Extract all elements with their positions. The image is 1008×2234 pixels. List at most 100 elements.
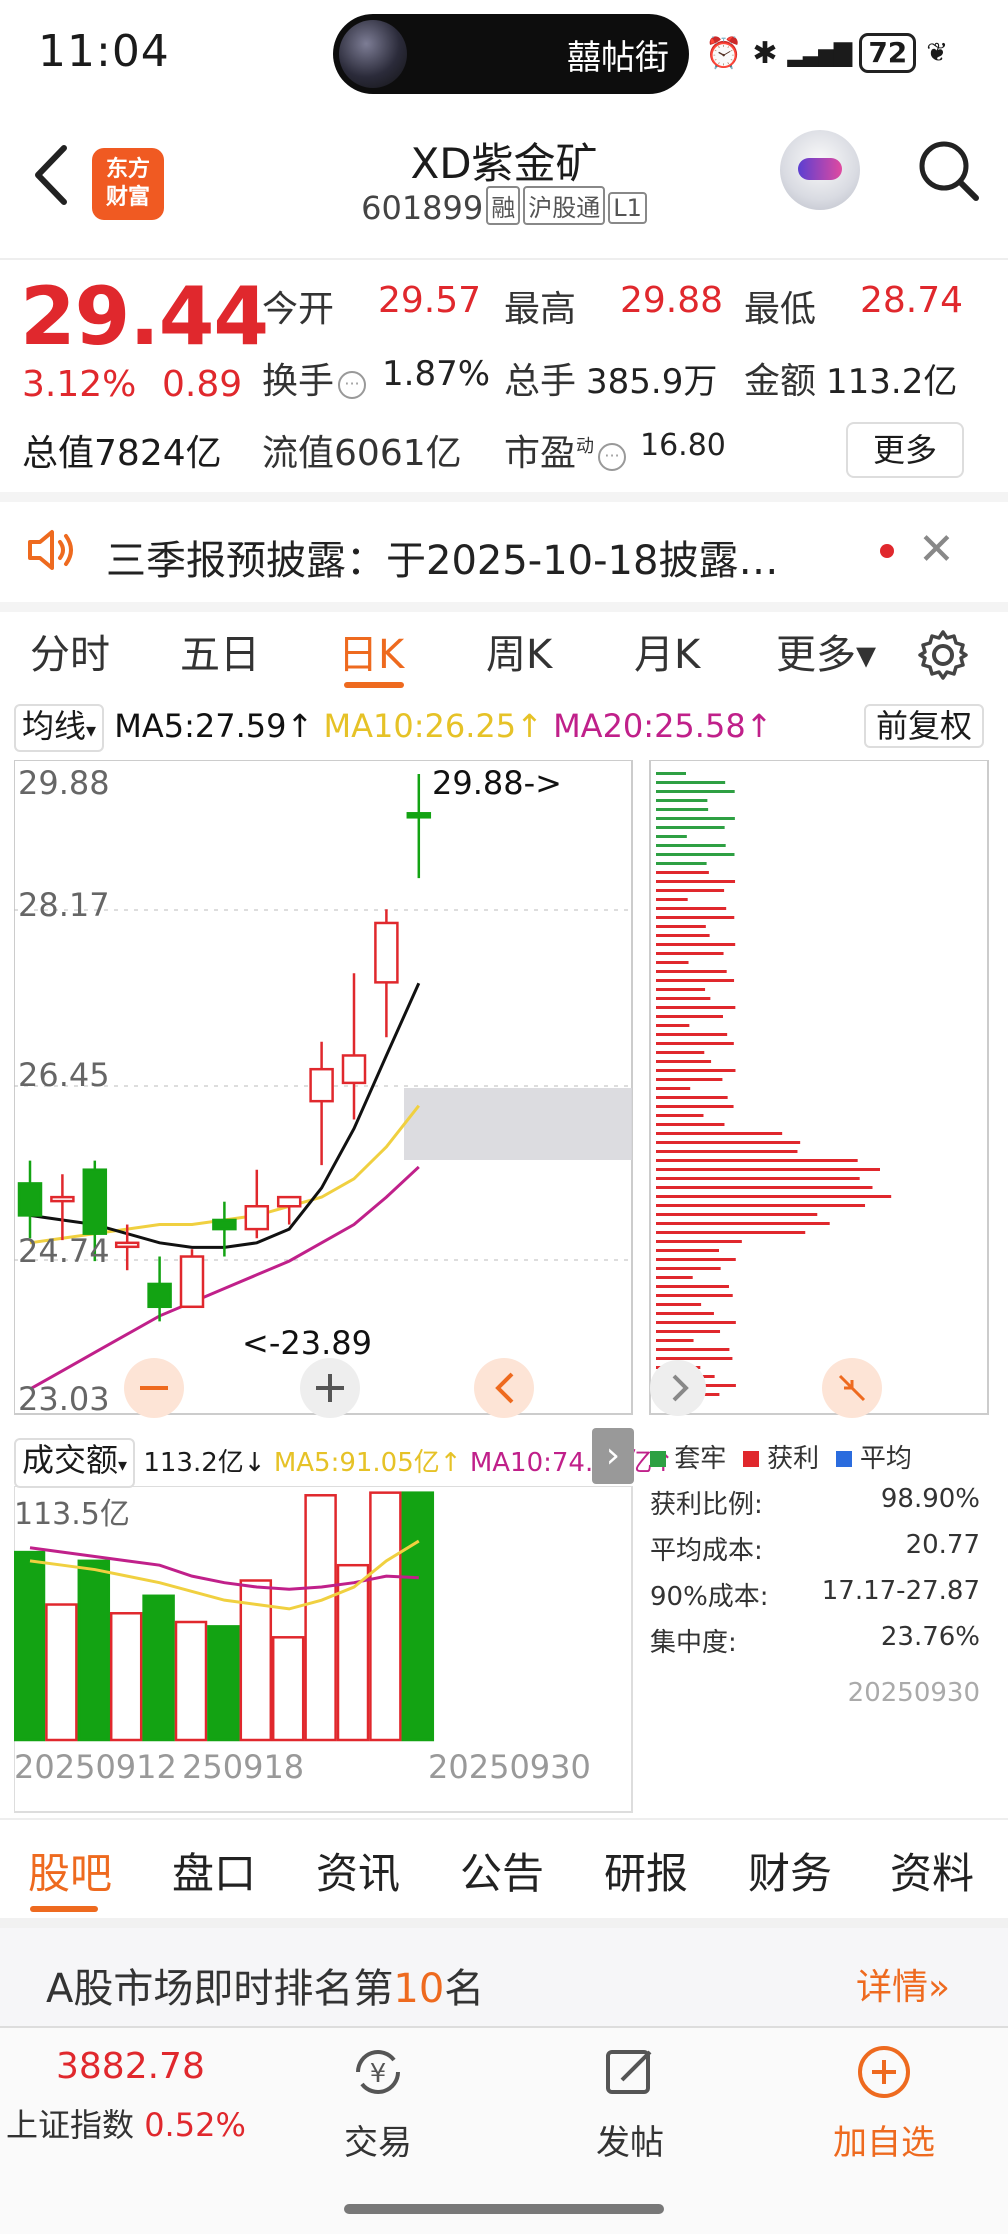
tab-profile[interactable]: 资料 — [890, 1840, 974, 1901]
tab-daily-k[interactable]: 日K — [338, 622, 404, 680]
chip-bar — [656, 862, 707, 865]
chip-bar — [656, 1276, 693, 1279]
tab-guba[interactable]: 股吧 — [28, 1840, 112, 1901]
trade-button[interactable]: ¥ 交易 — [308, 2042, 448, 2164]
low-label: 最低 — [744, 289, 817, 330]
chip-bar — [656, 1024, 690, 1027]
chip-bar — [656, 1114, 704, 1117]
chip-bar — [656, 817, 735, 820]
active-tab-indicator — [30, 1906, 98, 1912]
scroll-left-button — [474, 1358, 534, 1418]
chip-bar — [656, 835, 687, 838]
volume-chart[interactable]: 113.5亿 20250912 250918 20250930 — [14, 1486, 634, 1816]
chip-bar — [656, 1087, 691, 1090]
ma5-value: MA5:27.59↑ — [114, 707, 314, 745]
volume-bar — [401, 1491, 435, 1742]
info-icon: ··· — [598, 443, 627, 471]
search-icon[interactable] — [916, 138, 982, 204]
candle — [17, 1182, 43, 1217]
volume-bar — [45, 1603, 78, 1742]
chip-bar — [656, 1132, 783, 1135]
y-label: 28.17 — [18, 886, 110, 924]
ma20-value: MA20:25.58↑ — [553, 707, 773, 745]
candle — [179, 1255, 205, 1309]
close-icon[interactable]: ✕ — [918, 524, 955, 575]
chip-bar — [656, 997, 711, 1000]
ai-assistant-icon[interactable] — [780, 130, 860, 210]
notice-bar[interactable]: 三季报预披露：于2025-10-18披露… ✕ — [0, 492, 1008, 612]
chip-bar — [656, 1168, 880, 1171]
kline-chart[interactable]: 29.88 28.17 26.45 24.74 23.03 29.88-> <-… — [14, 760, 994, 1420]
tab-announcements[interactable]: 公告 — [460, 1840, 544, 1901]
chip-90-cost: 90%成本: 17.17-27.87 — [650, 1576, 980, 1612]
chip-bar — [656, 1006, 736, 1009]
chip-bar — [656, 943, 736, 946]
chip-bar — [656, 1195, 892, 1198]
chip-bar — [656, 1159, 858, 1162]
chip-bar — [656, 1312, 714, 1315]
ma10-value: MA10:26.25↑ — [323, 707, 543, 745]
tab-news[interactable]: 资讯 — [316, 1840, 400, 1901]
chip-bar — [656, 1294, 733, 1297]
dynamic-island-music[interactable]: 囍帖街 — [333, 14, 689, 94]
add-circle-icon — [858, 2046, 910, 2098]
chip-bar — [656, 880, 736, 883]
x-label: 20250912 — [14, 1748, 177, 1786]
chip-bar — [656, 871, 709, 874]
rank-text: A股市场即时排名第10名 — [46, 1966, 485, 2012]
svg-text:¥: ¥ — [370, 2059, 387, 2089]
home-indicator — [344, 2204, 664, 2214]
volume-bar — [77, 1559, 111, 1742]
status-time: 11:04 — [38, 26, 170, 77]
post-button[interactable]: 发帖 — [560, 2042, 700, 2164]
open-value: 29.57 — [378, 280, 482, 321]
tab-research[interactable]: 研报 — [604, 1840, 688, 1901]
tab-finance[interactable]: 财务 — [748, 1840, 832, 1901]
chip-bar — [656, 808, 709, 811]
notice-text: 三季报预披露：于2025-10-18披露… — [106, 538, 779, 584]
chart-area: 均线▾ MA5:27.59↑ MA10:26.25↑ MA20:25.58↑ 前… — [0, 700, 1008, 1816]
stock-header: 东方 财富 XD紫金矿 601899 融沪股通 L1 — [0, 110, 1008, 255]
album-art-icon — [339, 20, 407, 88]
alarm-icon: ⏰ — [705, 35, 743, 71]
tab-weekly-k[interactable]: 周K — [486, 622, 552, 680]
price-adjust-button[interactable]: 前复权 — [864, 704, 985, 748]
float-cap: 流值6061亿 — [262, 433, 462, 474]
chip-bar — [656, 1258, 736, 1261]
tag-level: L1 — [608, 192, 647, 224]
chip-bar — [656, 1105, 734, 1108]
tab-pankou[interactable]: 盘口 — [172, 1840, 256, 1901]
trade-yen-icon: ¥ — [356, 2050, 400, 2094]
chip-bar — [656, 826, 725, 829]
volume-next-arrow-icon[interactable]: › — [592, 1428, 634, 1484]
chip-bar — [656, 781, 726, 784]
tab-monthly-k[interactable]: 月K — [634, 622, 700, 680]
tab-more[interactable]: 更多▾ — [776, 622, 876, 680]
bottom-nav: 3882.78 上证指数 0.52% ¥ 交易 发帖 加自选 — [0, 2026, 1008, 2234]
rank-detail-link[interactable]: 详情» — [856, 1958, 950, 2010]
settings-gear-icon[interactable] — [916, 628, 970, 682]
volume-type-dropdown[interactable]: 成交额▾ — [14, 1438, 136, 1488]
chip-left-button — [650, 1360, 706, 1416]
volume-legend: 成交额▾ 113.2亿↓ MA5:91.05亿↑ MA10:74.28亿↑ — [14, 1438, 674, 1488]
x-label: 250918 — [182, 1748, 304, 1786]
volume-bar — [109, 1612, 143, 1742]
chip-bar — [656, 1078, 723, 1081]
chip-bar — [656, 1321, 736, 1324]
info-icon: ··· — [338, 371, 367, 399]
market-rank-row[interactable]: A股市场即时排名第10名 详情» — [0, 1918, 1008, 2034]
candle — [309, 1067, 334, 1103]
more-quote-button[interactable]: 更多 — [846, 422, 964, 478]
volume-bar — [271, 1636, 305, 1742]
tab-intraday[interactable]: 分时 — [30, 622, 110, 680]
add-watchlist-button[interactable]: 加自选 — [814, 2042, 954, 2164]
tag-margin: 融 — [486, 186, 521, 225]
chip-bar — [656, 925, 706, 928]
chip-bar — [656, 1267, 721, 1270]
tab-five-day[interactable]: 五日 — [180, 622, 260, 680]
amount-label: 金额 — [744, 361, 817, 402]
y-label-bottom: 23.03 — [18, 1380, 110, 1418]
indicator-type-dropdown[interactable]: 均线▾ — [14, 704, 105, 752]
chip-bar — [656, 853, 735, 856]
chip-bar — [656, 1240, 742, 1243]
